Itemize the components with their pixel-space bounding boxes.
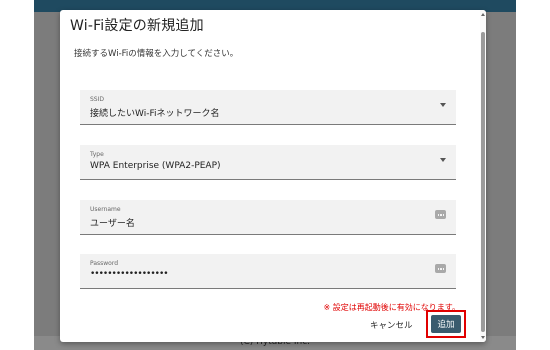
username-field[interactable]: Username ユーザー名	[80, 200, 456, 235]
password-label: Password	[90, 260, 119, 267]
type-select[interactable]: Type WPA Enterprise (WPA2-PEAP)	[80, 145, 456, 180]
dialog-scrollbar[interactable]	[480, 10, 486, 342]
chevron-down-icon[interactable]	[440, 158, 446, 162]
ssid-select[interactable]: SSID 接続したいWi-Fiネットワーク名	[80, 90, 456, 125]
ssid-value: 接続したいWi-Fiネットワーク名	[90, 109, 220, 119]
type-label: Type	[90, 151, 104, 158]
dialog-description: 接続するWi-Fiの情報を入力してください。	[74, 49, 239, 59]
password-dots-icon[interactable]	[435, 264, 446, 273]
scrollbar-thumb[interactable]	[481, 32, 485, 332]
username-value: ユーザー名	[90, 219, 135, 229]
password-value: ••••••••••••••••••	[90, 269, 169, 279]
chevron-down-icon[interactable]	[440, 103, 446, 107]
password-field[interactable]: Password ••••••••••••••••••	[80, 254, 456, 289]
dialog-title: Wi-Fi設定の新規追加	[70, 18, 204, 34]
scroll-down-icon[interactable]	[481, 336, 485, 339]
wifi-add-dialog: Wi-Fi設定の新規追加 接続するWi-Fiの情報を入力してください。 SSID…	[60, 10, 486, 342]
add-button[interactable]: 追加	[431, 315, 461, 333]
ssid-label: SSID	[90, 96, 105, 103]
cancel-button[interactable]: キャンセル	[370, 319, 413, 331]
username-label: Username	[90, 206, 121, 213]
scroll-up-icon[interactable]	[481, 13, 485, 16]
type-value: WPA Enterprise (WPA2-PEAP)	[90, 161, 221, 171]
password-dots-icon[interactable]	[435, 210, 446, 219]
